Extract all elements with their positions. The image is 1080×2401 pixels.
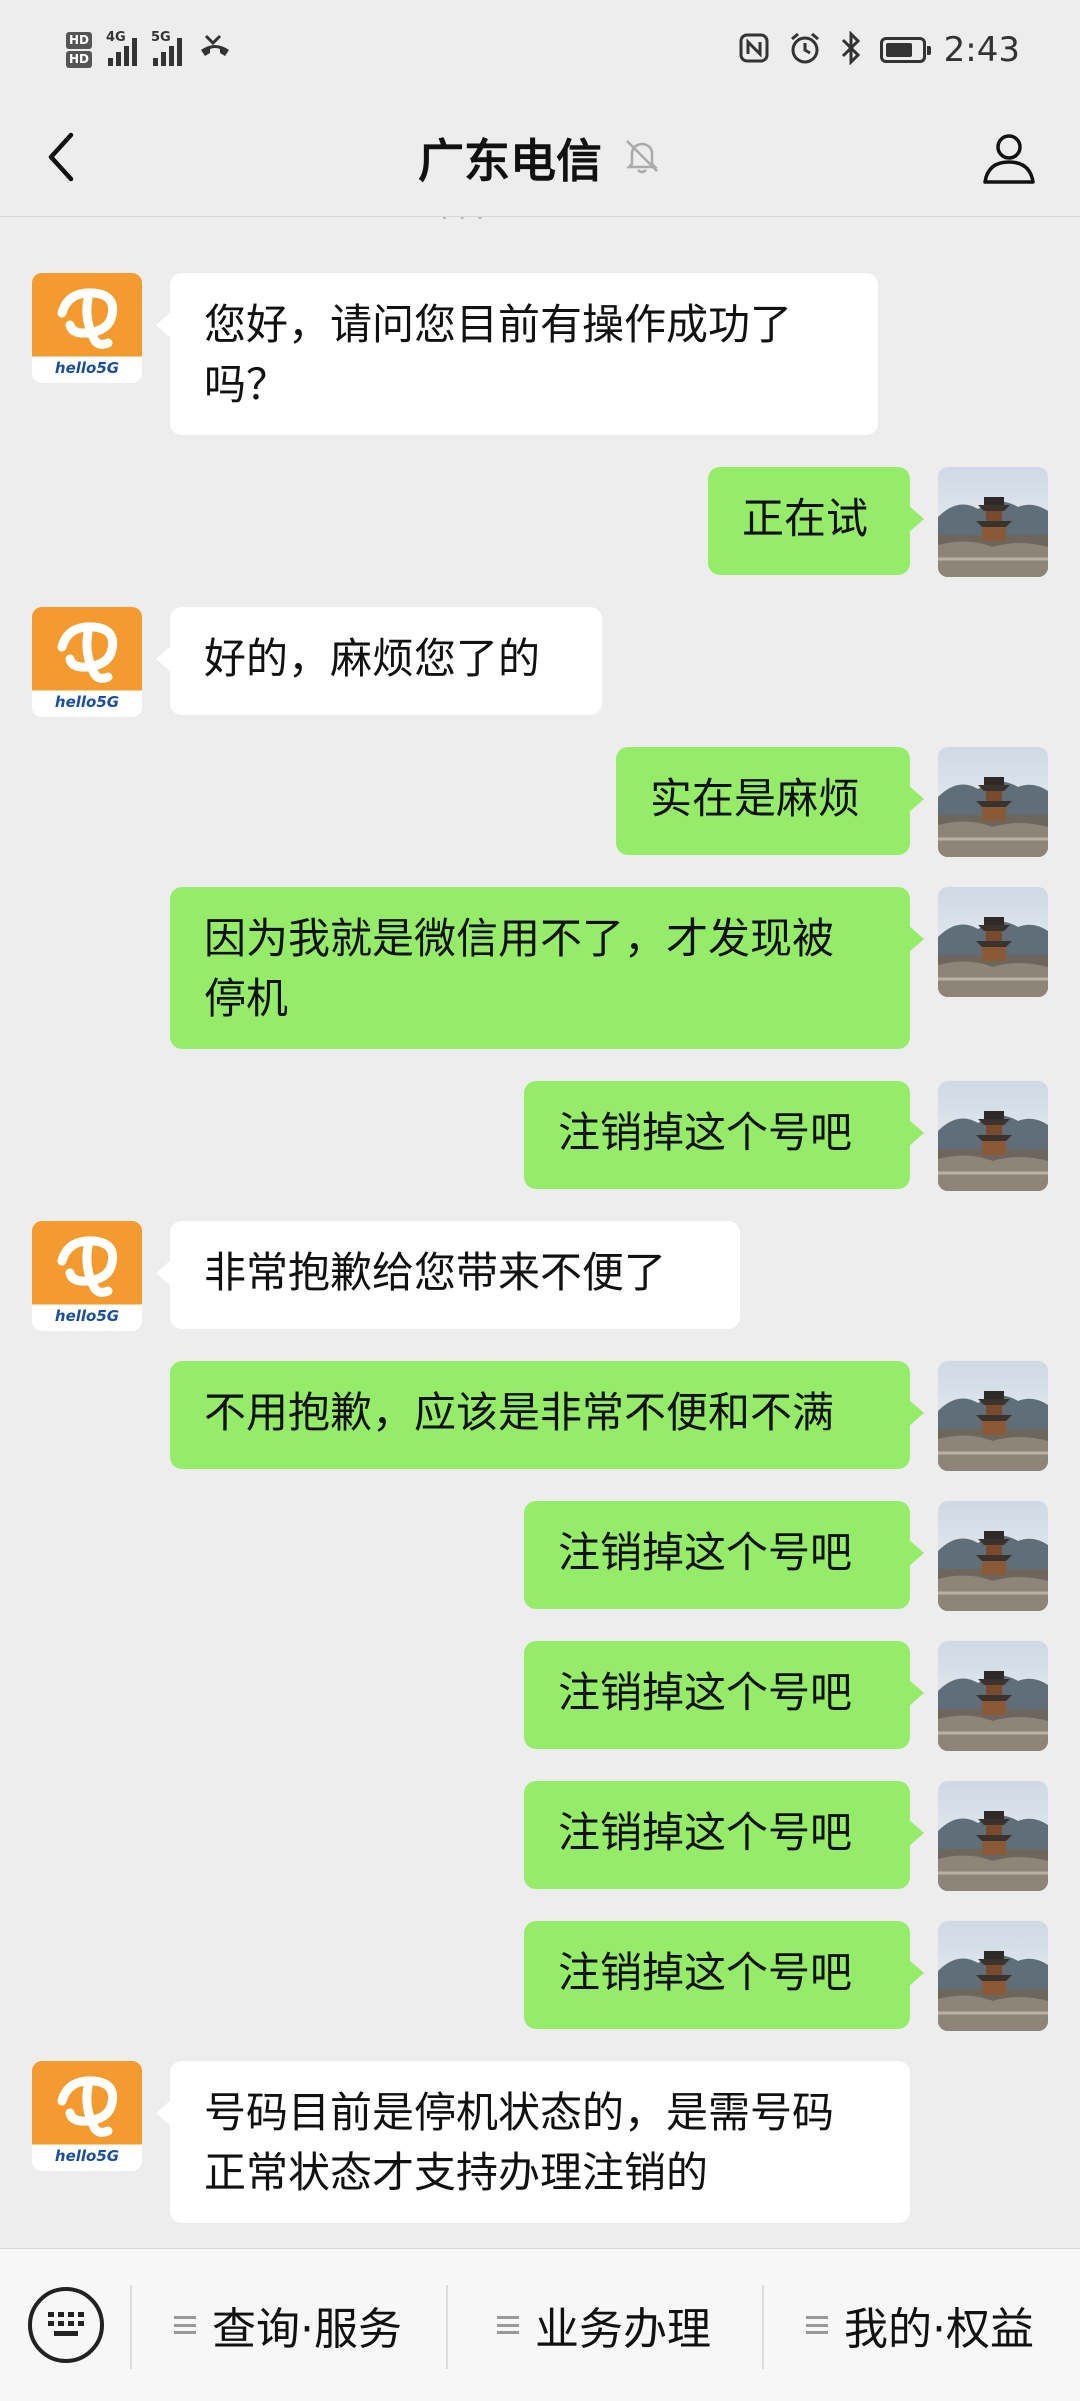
avatar-photo-image bbox=[938, 467, 1048, 577]
hd-label-1: HD bbox=[66, 32, 93, 49]
message-text-line: 注销掉这个号吧 bbox=[558, 1668, 853, 1717]
battery-icon bbox=[879, 37, 931, 63]
avatar-photo-image bbox=[938, 887, 1048, 997]
menu-query-service[interactable]: 查询·服务 bbox=[132, 2289, 444, 2361]
bell-off-icon bbox=[622, 136, 662, 180]
avatar-photo-image bbox=[938, 1641, 1048, 1751]
telecom-logo-icon: hello5G bbox=[55, 288, 119, 377]
my-avatar[interactable] bbox=[938, 1501, 1048, 1611]
my-avatar[interactable] bbox=[938, 1921, 1048, 2031]
avatar-photo-image bbox=[938, 1781, 1048, 1891]
chat-header: 广东电信 bbox=[0, 100, 1080, 217]
message-bubble[interactable]: 因为我就是微信用不了，才发现被 停机 bbox=[170, 887, 924, 1049]
message-text-line: 好的，麻烦您了的 bbox=[204, 634, 541, 683]
menu-label: 业务办理 bbox=[535, 2304, 711, 2355]
avatar-photo-image bbox=[938, 747, 1048, 857]
menu-label: 我的·权益 bbox=[844, 2304, 1034, 2355]
message-text-line: 因为我就是微信用不了，才发现被 bbox=[204, 914, 835, 963]
message-text-line: 实在是麻烦 bbox=[650, 774, 861, 823]
message-bubble[interactable]: 注销掉这个号吧 bbox=[524, 1921, 924, 2029]
menu-lines-icon bbox=[497, 2316, 519, 2334]
message-bubble[interactable]: 正在试 bbox=[708, 467, 924, 575]
message-text-line: 非常抱歉给您带来不便了 bbox=[204, 1248, 667, 1297]
message-text-line: 吗？ bbox=[204, 360, 289, 409]
menu-lines-icon bbox=[174, 2316, 196, 2334]
message-bubble[interactable]: 注销掉这个号吧 bbox=[524, 1781, 924, 1889]
chat-title: 广东电信 bbox=[418, 134, 602, 188]
my-avatar[interactable] bbox=[938, 1361, 1048, 1471]
message-text-line: 正常状态才支持办理注销的 bbox=[204, 2148, 709, 2197]
avatar-photo-image bbox=[938, 1921, 1048, 2031]
china-telecom-avatar[interactable]: hello5G bbox=[32, 607, 142, 717]
message-text-line: 注销掉这个号吧 bbox=[558, 1108, 853, 1157]
bluetooth-icon bbox=[840, 30, 862, 69]
message-text-line: 正在试 bbox=[742, 494, 869, 543]
message-text-line: 不用抱歉，应该是非常不便和不满 bbox=[204, 1388, 835, 1437]
network-type-2: 5G bbox=[151, 30, 171, 45]
message-text-line: 注销掉这个号吧 bbox=[558, 1948, 853, 1997]
message-list[interactable]: · · · hello5G 您好，请问您目前有操作成功了 吗？ 正在试 hello… bbox=[0, 217, 1080, 2247]
telecom-logo-icon: hello5G bbox=[55, 1236, 119, 1325]
menu-my-benefits[interactable]: 我的·权益 bbox=[764, 2289, 1076, 2361]
network-type-1: 4G bbox=[106, 30, 126, 45]
message-bubble[interactable]: 注销掉这个号吧 bbox=[524, 1641, 924, 1749]
message-bubble[interactable]: 号码目前是停机状态的，是需号码 正常状态才支持办理注销的 bbox=[156, 2061, 910, 2223]
alarm-icon bbox=[788, 31, 822, 69]
telecom-logo-icon: hello5G bbox=[55, 622, 119, 711]
message-text-line: 停机 bbox=[204, 974, 289, 1023]
avatar-photo-image bbox=[938, 1081, 1048, 1191]
svg-text:hello5G: hello5G bbox=[55, 1307, 119, 1325]
title-wrap: 广东电信 bbox=[0, 100, 1080, 216]
svg-text:hello5G: hello5G bbox=[55, 693, 119, 711]
clock: 2:43 bbox=[943, 30, 1020, 70]
battery-level bbox=[885, 43, 912, 57]
message-bubble[interactable]: 注销掉这个号吧 bbox=[524, 1081, 924, 1189]
profile-button[interactable] bbox=[974, 122, 1044, 192]
message-bubble[interactable]: 实在是麻烦 bbox=[616, 747, 924, 855]
china-telecom-avatar[interactable]: hello5G bbox=[32, 273, 142, 383]
scrolled-timestamp: · · · bbox=[440, 217, 485, 234]
telecom-logo-icon: hello5G bbox=[55, 2076, 119, 2165]
hd-label-2: HD bbox=[66, 51, 93, 68]
bottom-menu-bar: 查询·服务 业务办理 我的·权益 bbox=[0, 2248, 1080, 2401]
menu-label: 查询·服务 bbox=[212, 2304, 402, 2355]
avatar-photo-image bbox=[938, 1501, 1048, 1611]
message-text-line: 号码目前是停机状态的，是需号码 bbox=[204, 2088, 835, 2137]
svg-text:hello5G: hello5G bbox=[55, 2147, 119, 2165]
my-avatar[interactable] bbox=[938, 747, 1048, 857]
message-bubble[interactable]: 您好，请问您目前有操作成功了 吗？ bbox=[156, 273, 878, 435]
menu-business[interactable]: 业务办理 bbox=[448, 2289, 760, 2361]
message-text-line: 您好，请问您目前有操作成功了 bbox=[204, 300, 793, 349]
message-bubble[interactable]: 注销掉这个号吧 bbox=[524, 1501, 924, 1609]
avatar-photo-image bbox=[938, 1361, 1048, 1471]
svg-text:hello5G: hello5G bbox=[55, 359, 119, 377]
signal-strength-2-icon: 5G bbox=[151, 30, 183, 66]
hd-indicator: HD HD bbox=[66, 32, 93, 70]
china-telecom-avatar[interactable]: hello5G bbox=[32, 2061, 142, 2171]
my-avatar[interactable] bbox=[938, 1081, 1048, 1191]
missed-call-icon bbox=[198, 32, 232, 70]
my-avatar[interactable] bbox=[938, 467, 1048, 577]
keyboard-button[interactable] bbox=[28, 2287, 104, 2363]
my-avatar[interactable] bbox=[938, 1781, 1048, 1891]
menu-lines-icon bbox=[806, 2316, 828, 2334]
nfc-icon bbox=[738, 32, 770, 68]
signal-strength-icon: 4G bbox=[106, 30, 138, 66]
message-bubble[interactable]: 好的，麻烦您了的 bbox=[156, 607, 602, 715]
my-avatar[interactable] bbox=[938, 1641, 1048, 1751]
message-bubble[interactable]: 不用抱歉，应该是非常不便和不满 bbox=[170, 1361, 924, 1469]
keyboard-icon bbox=[48, 2312, 84, 2336]
message-bubble[interactable]: 非常抱歉给您带来不便了 bbox=[156, 1221, 740, 1329]
my-avatar[interactable] bbox=[938, 887, 1048, 997]
message-text-line: 注销掉这个号吧 bbox=[558, 1808, 853, 1857]
status-bar-right: 2:43 bbox=[738, 22, 1020, 78]
status-bar: HD HD 4G 5G 2:43 bbox=[0, 0, 1080, 100]
status-bar-left: HD HD 4G 5G bbox=[66, 26, 232, 76]
person-icon bbox=[983, 134, 1035, 184]
china-telecom-avatar[interactable]: hello5G bbox=[32, 1221, 142, 1331]
message-text-line: 注销掉这个号吧 bbox=[558, 1528, 853, 1577]
